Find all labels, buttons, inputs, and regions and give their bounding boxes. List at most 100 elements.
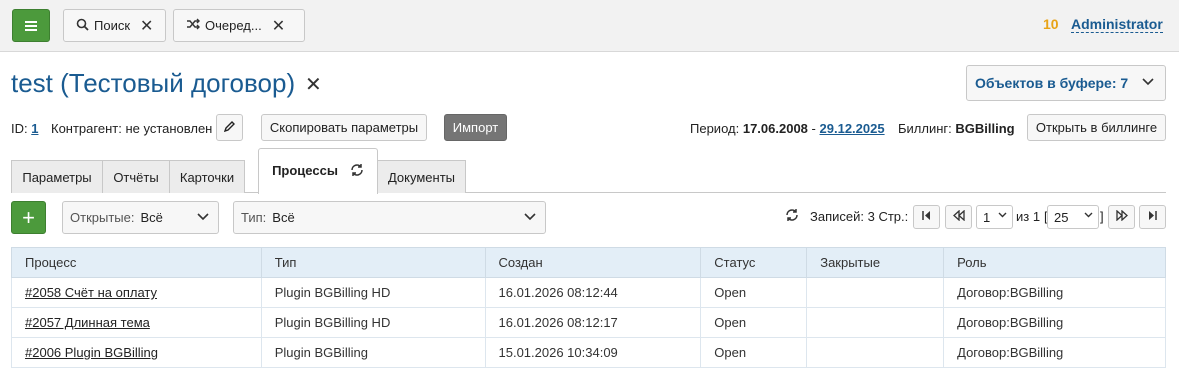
last-page-button[interactable] — [1139, 205, 1166, 229]
page-select-value: 1 — [983, 209, 991, 225]
tab-documents[interactable]: Документы — [377, 160, 466, 193]
top-tab-queue-label: Очеред... — [205, 18, 262, 33]
page-size-bracket-close: ] — [1100, 209, 1104, 224]
open-filter-value: Всё — [140, 210, 163, 225]
chevron-down-icon — [523, 209, 537, 226]
chevron-down-icon — [196, 209, 210, 226]
page-total: из 1 — [1016, 209, 1041, 224]
hamburger-icon — [25, 20, 37, 31]
tab-parameters[interactable]: Параметры — [11, 160, 103, 193]
period-to-link[interactable]: 29.12.2025 — [820, 121, 885, 136]
created-cell: 16.01.2026 08:12:17 — [484, 307, 702, 338]
role-cell: Договор:BGBilling — [943, 337, 1166, 368]
table-row[interactable]: #2058 Счёт на оплату Plugin BGBilling HD… — [11, 277, 1166, 308]
records-summary: Записей: 3 Стр.: — [810, 209, 909, 224]
closed-cell — [806, 277, 945, 308]
tab-reports[interactable]: Отчёты — [102, 160, 170, 193]
id-value-link[interactable]: 1 — [31, 121, 38, 136]
type-filter-select[interactable]: Тип: Всё — [233, 201, 546, 234]
status-cell: Open — [700, 337, 808, 368]
type-filter-label: Тип: — [241, 210, 267, 225]
type-cell: Plugin BGBilling — [260, 337, 486, 368]
column-header[interactable]: Тип — [260, 247, 486, 278]
column-header[interactable]: Статус — [700, 247, 808, 278]
billing-label: Биллинг: — [898, 121, 952, 136]
edit-contractor-button[interactable] — [216, 114, 243, 141]
fast-forward-icon — [1115, 209, 1128, 224]
chevron-down-icon — [1083, 209, 1094, 223]
type-filter-value: Всё — [272, 210, 295, 225]
next-page-button[interactable] — [1108, 205, 1135, 229]
page-size-value: 25 — [1054, 209, 1069, 225]
table-header-row: Процесс Тип Создан Статус Закрытые Роль — [11, 247, 1166, 278]
process-cell: #2006 Plugin BGBilling — [11, 337, 262, 368]
rewind-icon — [952, 209, 965, 224]
process-cell: #2058 Счёт на оплату — [11, 277, 262, 308]
column-header[interactable]: Процесс — [11, 247, 262, 278]
close-icon[interactable]: ✕ — [140, 16, 153, 36]
period-info: Период: 17.06.2008 - 29.12.2025 — [690, 121, 885, 136]
refresh-icon[interactable] — [785, 208, 799, 232]
open-filter-select[interactable]: Открытые: Всё — [62, 201, 219, 234]
closed-cell — [806, 307, 945, 338]
process-link[interactable]: #2058 Счёт на оплату — [25, 285, 157, 300]
processes-table: Процесс Тип Создан Статус Закрытые Роль … — [11, 247, 1166, 368]
last-page-icon — [1147, 210, 1158, 224]
page-title: test (Тестовый договор) — [11, 68, 296, 98]
contractor-label: Контрагент: не установлен — [51, 121, 213, 136]
process-link[interactable]: #2057 Длинная тема — [25, 315, 150, 330]
buffer-label: Объектов в буфере: 7 — [975, 75, 1129, 91]
first-page-button[interactable] — [913, 205, 940, 229]
app-root: Поиск ✕ Очеред... ✕ 10 Administrator tes… — [0, 0, 1179, 384]
shuffle-icon — [186, 18, 200, 33]
top-tab-search[interactable]: Поиск ✕ — [63, 9, 166, 42]
status-cell: Open — [700, 307, 808, 338]
pencil-icon — [223, 120, 236, 135]
page-size-select[interactable]: 25 — [1047, 205, 1099, 229]
top-bar: Поиск ✕ Очеред... ✕ 10 Administrator — [0, 0, 1179, 52]
billing-value: BGBilling — [955, 121, 1015, 136]
open-in-billing-button[interactable]: Открыть в биллинге — [1027, 114, 1166, 141]
created-cell: 16.01.2026 08:12:44 — [484, 277, 702, 308]
copy-params-button[interactable]: Скопировать параметры — [261, 114, 427, 141]
top-tab-search-label: Поиск — [94, 18, 131, 33]
closed-cell — [806, 337, 945, 368]
role-cell: Договор:BGBilling — [943, 277, 1166, 308]
created-cell: 15.01.2026 10:34:09 — [484, 337, 702, 368]
tab-processes[interactable]: Процессы — [258, 148, 378, 194]
add-process-button[interactable]: + — [11, 201, 46, 234]
notification-count[interactable]: 10 — [1043, 16, 1059, 32]
id-label: ID: — [11, 121, 28, 136]
status-cell: Open — [700, 277, 808, 308]
import-button[interactable]: Импорт — [444, 114, 507, 141]
buffer-dropdown[interactable]: Объектов в буфере: 7 — [966, 65, 1166, 101]
menu-button[interactable] — [12, 9, 50, 42]
contract-tabs: Параметры Отчёты Карточки Процессы Докум… — [11, 148, 1166, 194]
process-cell: #2057 Длинная тема — [11, 307, 262, 338]
process-link[interactable]: #2006 Plugin BGBilling — [25, 345, 158, 360]
column-header[interactable]: Создан — [484, 247, 702, 278]
refresh-icon[interactable] — [350, 163, 364, 180]
top-tab-queue[interactable]: Очеред... ✕ — [173, 9, 305, 42]
column-header[interactable]: Закрытые — [806, 247, 945, 278]
tab-cards[interactable]: Карточки — [169, 160, 245, 193]
close-icon[interactable]: ✕ — [272, 16, 285, 36]
first-page-icon — [921, 210, 932, 224]
page-select[interactable]: 1 — [976, 205, 1013, 229]
table-row[interactable]: #2057 Длинная тема Plugin BGBilling HD 1… — [11, 307, 1166, 338]
contract-id: ID: 1 — [11, 121, 38, 136]
type-cell: Plugin BGBilling HD — [260, 307, 486, 338]
close-icon[interactable]: ✕ — [305, 72, 322, 97]
user-menu-link[interactable]: Administrator — [1071, 16, 1163, 33]
role-cell: Договор:BGBilling — [943, 307, 1166, 338]
tab-processes-label: Процессы — [272, 163, 338, 178]
period-separator: - — [811, 121, 816, 136]
type-cell: Plugin BGBilling HD — [260, 277, 486, 308]
period-from: 17.06.2008 — [742, 121, 808, 136]
prev-page-button[interactable] — [945, 205, 972, 229]
chevron-down-icon — [997, 209, 1008, 223]
column-header[interactable]: Роль — [943, 247, 1166, 278]
search-icon — [76, 18, 89, 34]
table-row[interactable]: #2006 Plugin BGBilling Plugin BGBilling … — [11, 337, 1166, 368]
open-filter-label: Открытые: — [70, 210, 135, 225]
